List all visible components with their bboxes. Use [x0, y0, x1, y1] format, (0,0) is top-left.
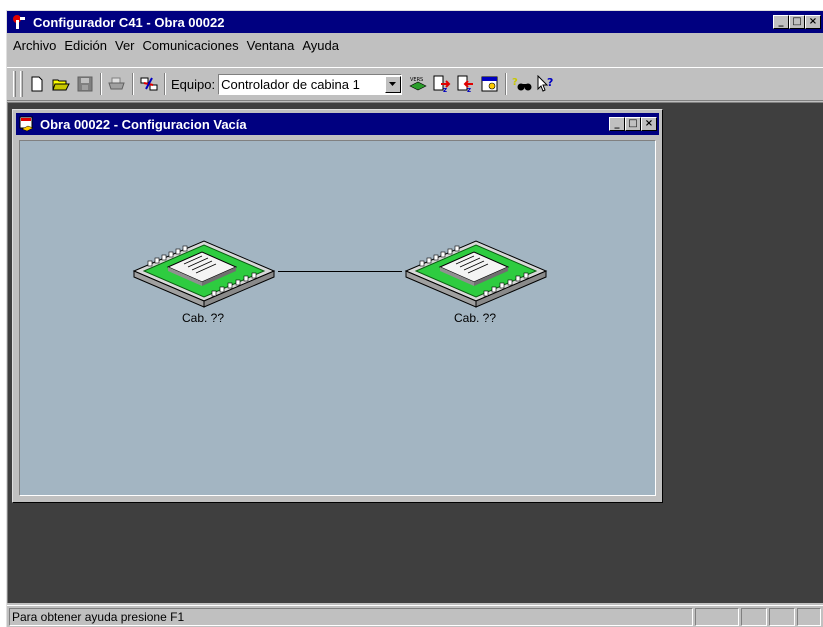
mdi-workspace: Obra 00022 - Configuracion Vacía _ □ × C…	[7, 102, 823, 603]
status-bar: Para obtener ayuda presione F1	[7, 605, 823, 627]
version-button[interactable]: VERS	[406, 73, 429, 95]
print-button[interactable]	[105, 73, 128, 95]
menu-bar: Archivo Edición Ver Comunicaciones Venta…	[7, 35, 823, 55]
window-title: Configurador C41 - Obra 00022	[33, 14, 225, 30]
toolbar: Equipo: Controlador de cabina 1 VERS z z…	[7, 67, 823, 101]
open-file-button[interactable]	[49, 73, 72, 95]
equipo-select[interactable]: Controlador de cabina 1	[218, 73, 403, 95]
open-folder-icon	[51, 79, 70, 91]
download-doc-icon: z	[433, 75, 451, 93]
calendar-button[interactable]	[478, 73, 501, 95]
network-config-button[interactable]	[137, 73, 160, 95]
toolbar-separator	[164, 73, 166, 95]
document-title-bar[interactable]: Obra 00022 - Configuracion Vacía _ □ ×	[16, 113, 659, 135]
minimize-button[interactable]: _	[773, 15, 789, 29]
help-pointer-icon: ?	[537, 75, 553, 92]
app-icon	[11, 14, 27, 30]
circuit-board-icon	[132, 240, 276, 308]
toolbar-separator	[100, 73, 102, 95]
printer-icon	[107, 77, 125, 90]
maximize-button[interactable]: □	[789, 15, 805, 29]
new-file-button[interactable]	[25, 73, 48, 95]
app-window: Configurador C41 - Obra 00022 _ □ × Arch…	[6, 10, 823, 627]
cabin-controller-node[interactable]: Cab. ??	[400, 233, 550, 325]
document-title: Obra 00022 - Configuracion Vacía	[40, 116, 247, 132]
doc-close-button[interactable]: ×	[641, 117, 657, 131]
upload-doc-icon: z	[457, 75, 473, 93]
document-icon	[19, 116, 35, 132]
toolbar-separator	[132, 73, 134, 95]
calendar-icon	[481, 76, 498, 92]
menu-comunicaciones[interactable]: Comunicaciones	[141, 38, 245, 53]
menu-ayuda[interactable]: Ayuda	[300, 38, 345, 53]
doc-maximize-button[interactable]: □	[625, 117, 641, 131]
help-pointer-glyph: ?	[547, 76, 553, 89]
new-file-icon	[31, 76, 42, 92]
chevron-down-icon[interactable]	[385, 75, 402, 93]
save-disk-icon	[77, 76, 92, 92]
version-chip-label: VERS	[410, 77, 423, 83]
status-pane	[695, 607, 739, 626]
version-chip-icon: VERS	[408, 77, 427, 91]
node-label: Cab. ??	[453, 311, 497, 325]
upload-button[interactable]: z	[454, 73, 477, 95]
svg-text:z: z	[443, 86, 447, 93]
menu-ver[interactable]: Ver	[113, 38, 141, 53]
toolbar-separator	[505, 73, 508, 95]
status-pane	[769, 607, 795, 626]
find-button[interactable]: ?	[510, 73, 533, 95]
connection-line[interactable]	[278, 271, 402, 272]
svg-text:?: ?	[512, 77, 518, 88]
download-button[interactable]: z	[430, 73, 453, 95]
circuit-board-icon	[404, 240, 548, 308]
doc-minimize-button[interactable]: _	[609, 117, 625, 131]
save-button[interactable]	[73, 73, 96, 95]
document-window: Obra 00022 - Configuracion Vacía _ □ × C…	[12, 109, 663, 503]
toolbar-grip[interactable]	[20, 71, 23, 97]
close-button[interactable]: ×	[805, 15, 821, 29]
menu-ventana[interactable]: Ventana	[245, 38, 301, 53]
cabin-controller-node[interactable]: Cab. ??	[128, 233, 278, 325]
menu-edicion[interactable]: Edición	[62, 38, 113, 53]
equipo-label: Equipo:	[171, 76, 216, 92]
network-icon	[140, 77, 157, 91]
svg-text:z: z	[467, 86, 471, 93]
config-canvas[interactable]: Cab. ?? Cab. ??	[19, 140, 656, 496]
status-text: Para obtener ayuda presione F1	[9, 607, 693, 626]
context-help-button[interactable]: ?	[534, 73, 557, 95]
node-label: Cab. ??	[181, 311, 225, 325]
title-bar[interactable]: Configurador C41 - Obra 00022 _ □ ×	[7, 11, 823, 33]
status-pane	[797, 607, 821, 626]
toolbar-grip[interactable]	[13, 71, 16, 97]
status-pane	[741, 607, 767, 626]
equipo-select-value: Controlador de cabina 1	[221, 76, 360, 92]
menu-archivo[interactable]: Archivo	[11, 38, 62, 53]
binoculars-icon: ?	[512, 77, 532, 91]
